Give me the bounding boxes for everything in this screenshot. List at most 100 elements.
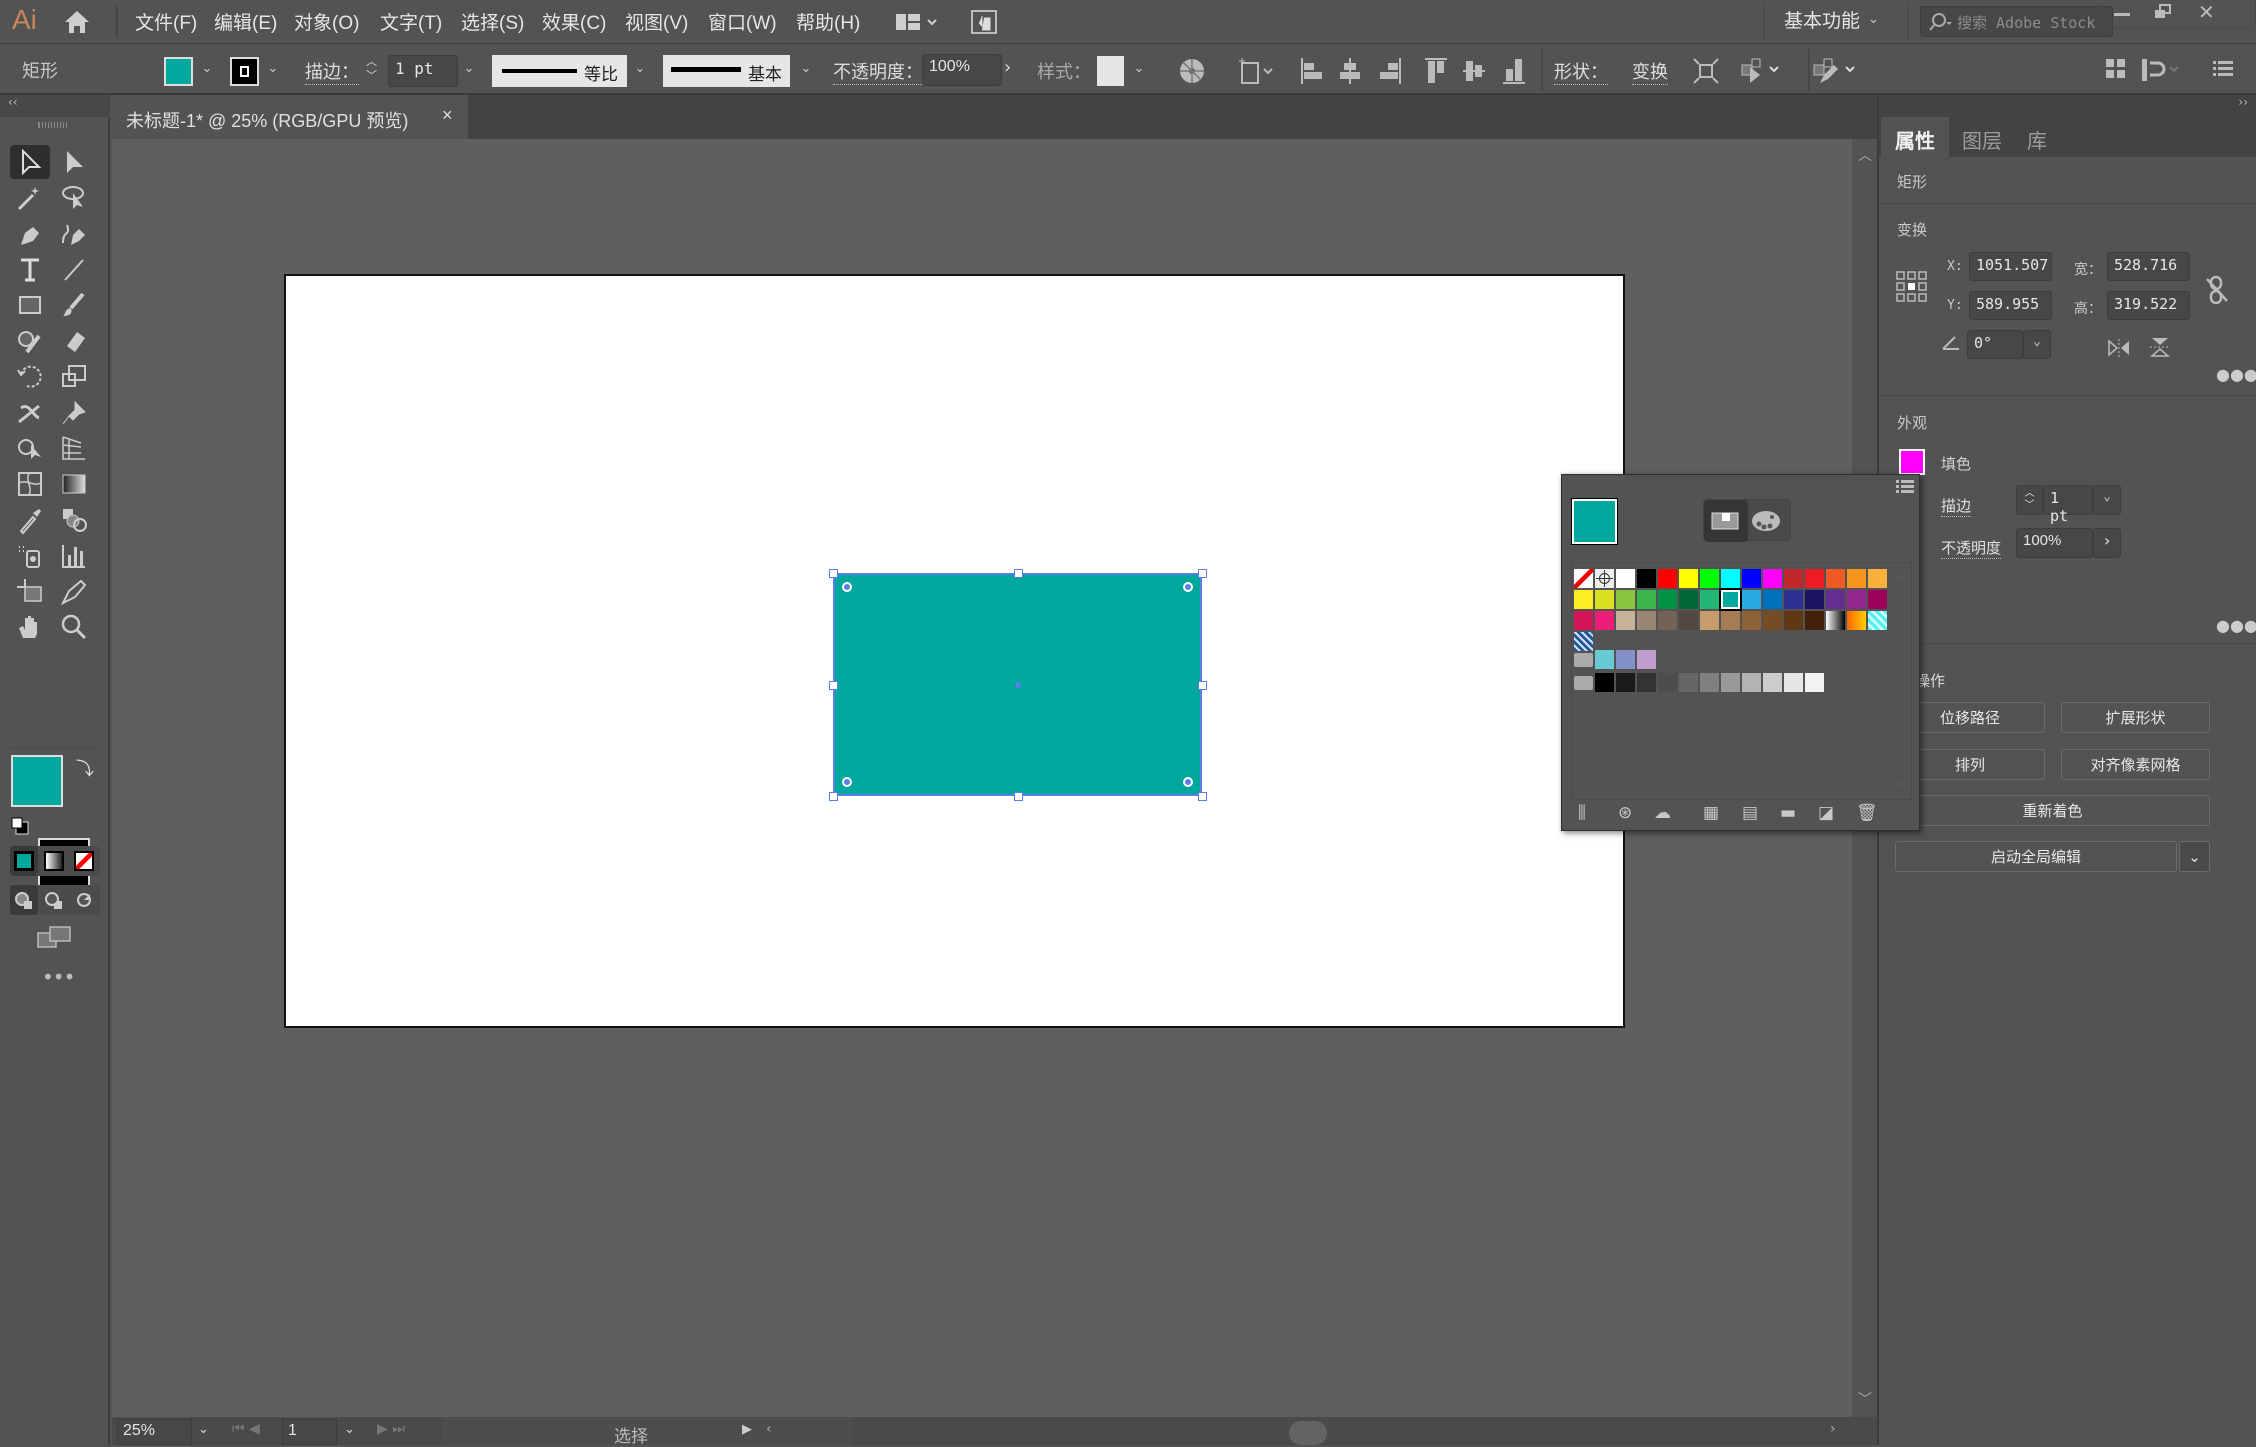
align-top-icon[interactable] [1424, 56, 1448, 90]
panel-menu-icon[interactable] [2212, 59, 2234, 83]
scroll-left-icon[interactable]: ‹ [766, 1421, 772, 1437]
swatch[interactable] [1637, 673, 1656, 692]
close-window-icon[interactable]: ✕ [2198, 0, 2215, 24]
type-tool[interactable] [10, 252, 50, 286]
none-mode-button[interactable] [74, 851, 94, 871]
swatch[interactable] [1826, 590, 1845, 609]
style-dropdown[interactable]: ⌄ [1128, 61, 1150, 76]
rotate-angle-input[interactable]: 0° [1967, 330, 2023, 359]
warp-tool[interactable] [10, 396, 50, 430]
eyedropper-tool[interactable] [10, 503, 50, 537]
swatch[interactable] [1574, 590, 1593, 609]
swatch[interactable] [1616, 569, 1635, 588]
stroke-weight-dropdown[interactable]: ⌄ [458, 61, 480, 76]
gradient-mode-button[interactable] [44, 851, 64, 871]
align-left-icon[interactable] [1300, 56, 1324, 90]
align-horizontal-center-icon[interactable] [1338, 56, 1362, 90]
bounding-box-handle[interactable] [1198, 569, 1207, 578]
tab-properties[interactable]: 属性 [1881, 117, 1949, 157]
swatch[interactable] [1826, 611, 1845, 630]
collapse-dock-icon[interactable]: ›› [2238, 95, 2248, 109]
bounding-box-handle[interactable] [1198, 680, 1207, 690]
status-info[interactable]: 选择 [442, 1417, 852, 1447]
swatch[interactable] [1574, 632, 1593, 651]
close-tab-icon[interactable]: × [442, 105, 453, 126]
graphic-style-swatch[interactable] [1097, 56, 1124, 86]
appearance-opacity-input[interactable]: 100% [2016, 528, 2093, 558]
swatch[interactable] [1616, 590, 1635, 609]
shaper-tool[interactable] [10, 324, 50, 358]
swatch[interactable] [1847, 569, 1866, 588]
document-tab[interactable]: 未标题-1* @ 25% (RGB/GPU 预览) × [112, 95, 468, 139]
rotate-tool[interactable] [10, 360, 50, 394]
swatch[interactable] [1784, 673, 1803, 692]
swap-colors-icon[interactable]: ⤵ [76, 755, 94, 781]
swatch[interactable] [1805, 673, 1824, 692]
appearance-stroke-label[interactable]: 描边 [1941, 495, 1972, 517]
constrain-proportions-icon[interactable] [2205, 275, 2229, 309]
default-colors-icon[interactable] [10, 816, 30, 840]
align-pixel-grid-button[interactable]: 对齐像素网格 [2061, 749, 2210, 780]
swatch[interactable] [1868, 590, 1887, 609]
paintbrush-tool[interactable] [54, 288, 94, 322]
appearance-stroke-dropdown[interactable]: ⌄ [2093, 485, 2121, 515]
new-color-group-icon[interactable]: ▬ [1780, 803, 1796, 823]
workspace-switcher[interactable]: 基本功能 [1784, 6, 1860, 33]
artboard-number-input[interactable]: 1 [282, 1419, 337, 1445]
width-input[interactable]: 528.716 [2107, 252, 2190, 281]
swatch[interactable] [1805, 590, 1824, 609]
scroll-right-icon[interactable]: › [1830, 1421, 1836, 1437]
new-swatch-icon[interactable]: ◪ [1818, 803, 1834, 823]
eraser-tool[interactable] [54, 324, 94, 358]
column-graph-tool[interactable] [54, 539, 94, 573]
swatches-menu-icon[interactable] [1896, 479, 1914, 499]
bounding-box-handle[interactable] [1013, 792, 1023, 801]
scale-tool[interactable] [54, 360, 94, 394]
swatch[interactable] [1763, 673, 1782, 692]
gradient-tool[interactable] [54, 467, 94, 501]
tab-libraries[interactable]: 库 [2013, 117, 2061, 157]
x-input[interactable]: 1051.507 [1969, 252, 2052, 281]
fill-swatch[interactable] [164, 57, 193, 86]
swatch[interactable] [1719, 588, 1742, 611]
more-appearance-options-icon[interactable]: ●●● [2216, 616, 2256, 635]
stroke-swatch[interactable] [230, 57, 259, 86]
menu-window[interactable]: 窗口(W) [708, 8, 777, 35]
swatch[interactable] [1868, 569, 1887, 588]
magic-wand-tool[interactable] [10, 181, 50, 215]
pen-tool[interactable] [10, 217, 50, 251]
variable-width-profile[interactable]: 等比 [492, 55, 627, 87]
stroke-weight-input[interactable]: 1 pt [388, 55, 458, 87]
bounding-box-handle[interactable] [829, 792, 838, 801]
fill-dropdown[interactable]: ⌄ [196, 61, 218, 76]
bounding-box-handle[interactable] [829, 569, 838, 578]
swatch[interactable] [1658, 673, 1677, 692]
swatch[interactable] [1658, 590, 1677, 609]
recolor-button[interactable]: 重新着色 [1895, 795, 2210, 826]
swatch[interactable] [1721, 673, 1740, 692]
swatch[interactable] [1637, 590, 1656, 609]
menu-effect[interactable]: 效果(C) [542, 8, 606, 35]
shape-builder-tool[interactable] [10, 431, 50, 465]
pin-tool[interactable] [54, 396, 94, 430]
swatch[interactable] [1742, 569, 1761, 588]
swatch[interactable] [1658, 611, 1677, 630]
align-vertical-center-icon[interactable] [1462, 56, 1486, 90]
align-right-icon[interactable] [1378, 56, 1402, 90]
brush-definition[interactable]: 基本 [663, 55, 790, 87]
restore-icon[interactable] [2154, 4, 2172, 24]
swatch[interactable] [1658, 569, 1677, 588]
swatch[interactable] [1595, 611, 1614, 630]
lasso-tool[interactable] [54, 181, 94, 215]
flip-horizontal-icon[interactable] [2107, 338, 2131, 362]
appearance-opacity-expand[interactable]: › [2093, 528, 2121, 558]
arrange-documents-icon[interactable] [894, 10, 940, 38]
hand-tool[interactable] [10, 610, 50, 644]
swatch[interactable] [1679, 611, 1698, 630]
slice-tool[interactable] [54, 575, 94, 609]
appearance-stroke-stepper[interactable]: ︿ ﹀ [2016, 485, 2043, 515]
swatch[interactable] [1595, 650, 1614, 669]
opacity-label[interactable]: 不透明度： [833, 58, 923, 85]
profile-dropdown[interactable]: ⌄ [629, 61, 651, 76]
color-picker-palette-icon[interactable] [1750, 508, 1782, 538]
